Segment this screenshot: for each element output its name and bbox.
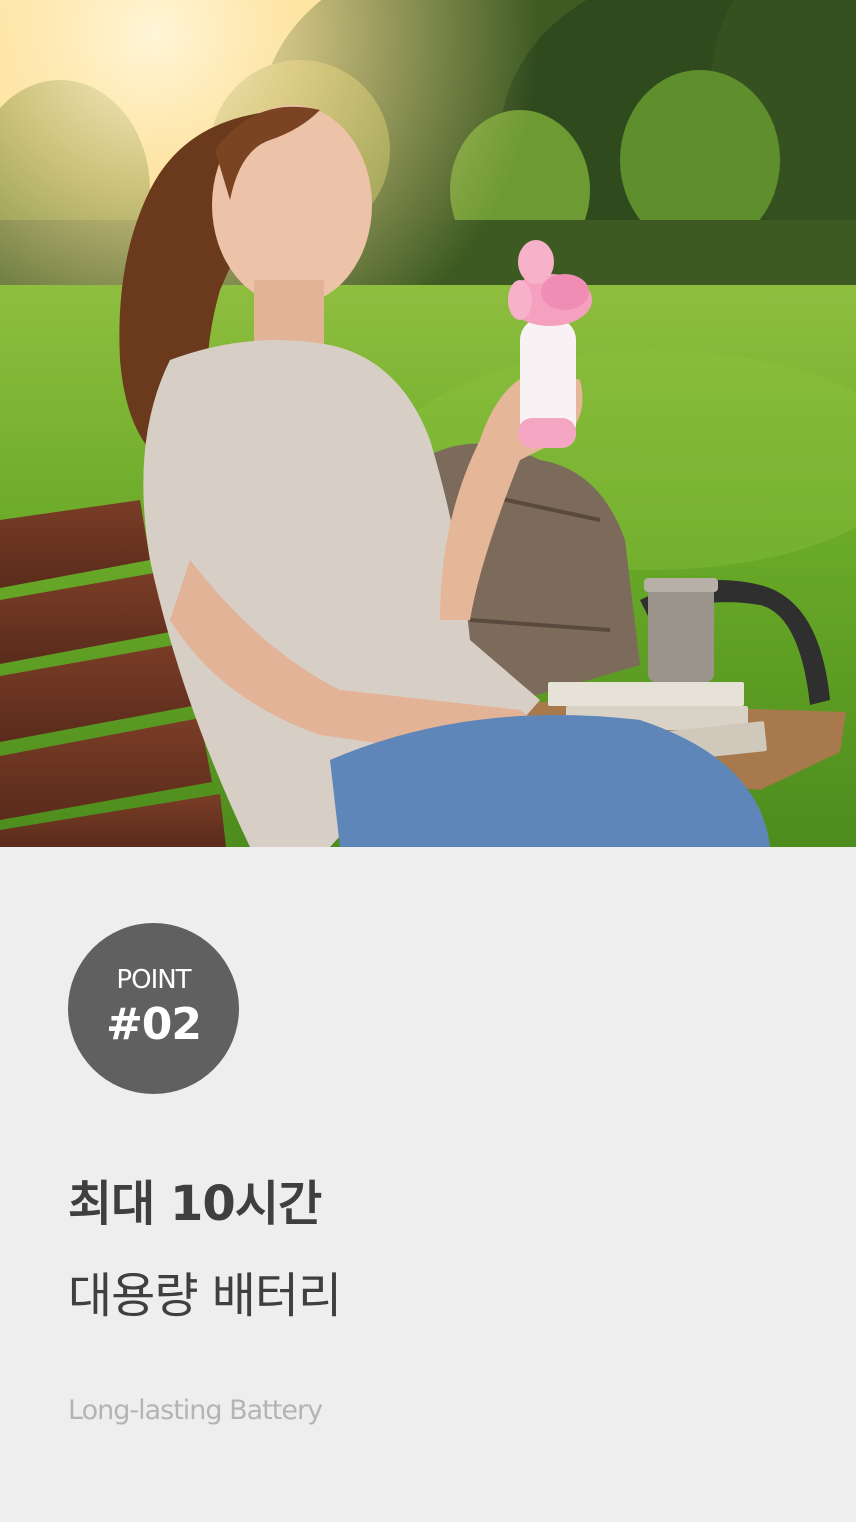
point-badge: POINT #02 [68, 923, 239, 1094]
tumbler [644, 578, 718, 682]
feature-caption: Long-lasting Battery [68, 1395, 323, 1426]
point-label: POINT [116, 965, 191, 995]
hero-illustration [0, 0, 856, 847]
hero-photo [0, 0, 856, 847]
feature-headline: 최대 10시간 [68, 1176, 322, 1232]
feature-panel: POINT #02 최대 10시간 대용량 배터리 Long-lasting B… [0, 847, 856, 1522]
point-number: #02 [105, 999, 202, 1050]
feature-subheadline: 대용량 배터리 [68, 1268, 342, 1324]
